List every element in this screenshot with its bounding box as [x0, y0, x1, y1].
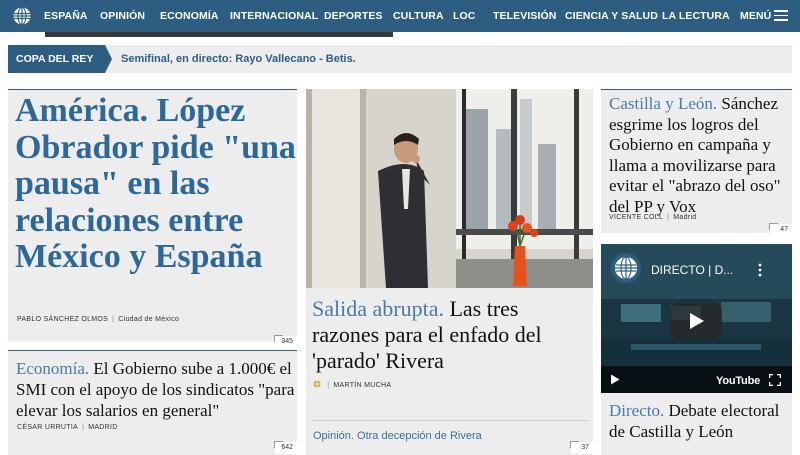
nav-item-opinion[interactable]: OPINIÓN — [100, 10, 145, 22]
second-comment-count[interactable]: 642 — [274, 441, 297, 454]
right-comment-count[interactable]: 47 — [769, 223, 792, 236]
youtube-logo[interactable]: YouTube — [716, 375, 760, 387]
nav-item-la-lectura[interactable]: LA LECTURA — [662, 10, 730, 22]
direct-headline[interactable]: Directo. Debate electoral de Castilla y … — [609, 401, 791, 442]
lead-location: Ciudad de México — [118, 316, 180, 323]
right-location: Madrid — [673, 214, 697, 221]
nav-item-internacional[interactable]: INTERNACIONAL — [230, 10, 318, 22]
top-nav-bar: ESPAÑA OPINIÓN ECONOMÍA INTERNACIONAL DE… — [0, 0, 800, 32]
author-globe-icon — [313, 380, 321, 388]
nav-item-economia[interactable]: ECONOMÍA — [160, 10, 219, 22]
video-player[interactable]: DIRECTO | D... YouTube — [601, 244, 792, 393]
lead-comment-count[interactable]: 345 — [274, 335, 297, 348]
center-divider — [312, 420, 588, 421]
fullscreen-icon[interactable] — [769, 374, 781, 386]
rivera-window-photo[interactable] — [306, 89, 593, 288]
second-kicker: Economía. — [16, 359, 90, 378]
play-icon[interactable] — [610, 374, 620, 385]
video-control-bar — [601, 366, 792, 393]
second-headline[interactable]: Economía. El Gobierno sube a 1.000€ el S… — [16, 358, 298, 421]
breaking-tag-arrow — [105, 45, 112, 73]
lead-author[interactable]: PABLO SÁNCHEZ OLMOS — [17, 316, 108, 323]
breaking-news-bar[interactable]: COPA DEL REY Semifinal, en directo: Rayo… — [8, 45, 792, 73]
second-byline: CÉSAR URRUTIA | MADRID — [17, 424, 118, 431]
center-kicker: Salida abrupta. — [312, 296, 444, 321]
header-photo-strip — [45, 32, 393, 37]
center-comment-count[interactable]: 37 — [570, 441, 593, 454]
more-options-icon[interactable] — [757, 263, 763, 277]
second-location: MADRID — [88, 424, 118, 431]
second-author[interactable]: CÉSAR URRUTIA — [17, 424, 78, 431]
nav-item-ciencia-y-salud[interactable]: CIENCIA Y SALUD — [565, 10, 658, 22]
right-kicker: Castilla y León. — [609, 94, 718, 113]
channel-globe-icon[interactable] — [611, 253, 641, 283]
menu-label[interactable]: MENÚ — [740, 10, 771, 22]
lead-byline: PABLO SÁNCHEZ OLMOS | Ciudad de México — [17, 316, 180, 323]
nav-item-loc[interactable]: LOC — [453, 10, 475, 22]
right-headline[interactable]: Castilla y León. Sánchez esgrime los log… — [609, 94, 789, 217]
nav-item-cultura[interactable]: CULTURA — [393, 10, 444, 22]
hamburger-icon[interactable] — [774, 10, 788, 21]
right-rule — [601, 89, 792, 90]
video-title[interactable]: DIRECTO | D... — [651, 263, 733, 277]
center-byline: | MARTÍN MUCHA — [313, 380, 391, 389]
lead-rule — [8, 89, 297, 90]
second-rule — [8, 350, 297, 351]
breaking-tag: COPA DEL REY — [8, 45, 105, 73]
right-byline: VICENTE COLL | Madrid — [609, 214, 697, 221]
related-opinion-link[interactable]: Opinión. Otra decepción de Rivera — [313, 430, 482, 442]
center-headline[interactable]: Salida abrupta. Las tres razones para el… — [312, 296, 590, 374]
center-author[interactable]: MARTÍN MUCHA — [333, 382, 391, 389]
nav-item-espana[interactable]: ESPAÑA — [44, 10, 88, 22]
right-author[interactable]: VICENTE COLL — [609, 214, 663, 221]
breaking-story-link[interactable]: Semifinal, en directo: Rayo Vallecano - … — [121, 53, 356, 65]
lead-headline[interactable]: América. López Obrador pide "una pausa" … — [15, 92, 300, 276]
globe-logo-icon[interactable] — [13, 7, 31, 25]
play-button-icon[interactable] — [670, 303, 722, 339]
nav-item-deportes[interactable]: DEPORTES — [324, 10, 383, 22]
nav-item-television[interactable]: TELEVISIÓN — [493, 10, 556, 22]
direct-kicker: Directo. — [609, 401, 665, 420]
